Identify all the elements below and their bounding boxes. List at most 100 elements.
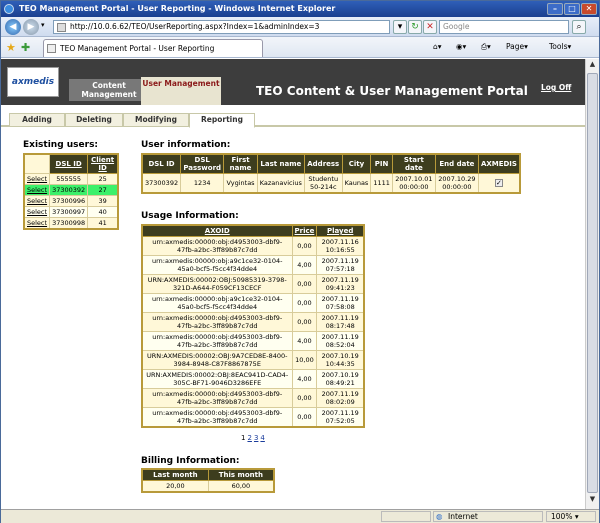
table-row: Select 37300997 40 — [23, 206, 119, 218]
search-icon[interactable]: ⌕ — [572, 20, 586, 34]
globe-icon: ◍ — [436, 512, 443, 521]
subtab-modifying[interactable]: Modifying — [123, 113, 189, 127]
price-cell: 0,00 — [291, 388, 318, 408]
played-cell: 2007.10.19 08:49:21 — [316, 369, 365, 389]
dsl-id-cell: 37300997 — [49, 206, 89, 218]
tab-favicon-icon — [47, 44, 56, 53]
price-cell: 4,00 — [291, 255, 318, 275]
col-address: Address — [303, 153, 343, 174]
back-button[interactable]: ◀ — [5, 19, 21, 35]
select-link[interactable]: Select — [27, 219, 47, 227]
price-cell: 4,00 — [291, 331, 318, 351]
col-dsl-id[interactable]: DSL ID — [49, 153, 89, 174]
axoid-cell: urn:axmedis:00000:obj:a9c1ce32-0104-45a0… — [141, 293, 293, 313]
client-id-cell: 27 — [87, 184, 119, 196]
axoid-cell: URN:AXMEDIS:00002:OBJ:50985319-3798-321D… — [141, 274, 293, 294]
add-favorite-icon[interactable]: ✚ — [21, 41, 30, 54]
col-axoid[interactable]: AXOID — [141, 224, 293, 237]
page-icon — [57, 23, 66, 32]
billing-info-title: Billing Information: — [141, 456, 240, 466]
table-row: 20,00 60,00 — [141, 480, 275, 493]
played-cell: 2007.11.16 10:16:55 — [316, 236, 365, 256]
col-dsl-id: DSL ID — [141, 153, 182, 174]
scroll-up-icon[interactable]: ▲ — [587, 60, 598, 72]
tab-user-management[interactable]: User Management — [141, 77, 221, 105]
forward-button[interactable]: ▶ — [23, 19, 39, 35]
col-client-id[interactable]: Client ID — [87, 153, 119, 174]
feeds-icon[interactable]: ◉▾ — [456, 42, 466, 51]
minimize-button[interactable]: – — [547, 3, 563, 15]
select-link[interactable]: Select — [27, 175, 47, 183]
maximize-button[interactable]: □ — [564, 3, 580, 15]
axoid-cell: URN:AXMEDIS:00002:OBJ:9A7CED8E-8400-3984… — [141, 350, 293, 370]
last-month-value: 20,00 — [141, 480, 209, 493]
price-cell: 0,00 — [291, 312, 318, 332]
user-info-title: User information: — [141, 140, 231, 150]
tab-content-management[interactable]: Content Management — [69, 79, 149, 101]
table-row: urn:axmedis:00000:obj:d4953003-dbf9-47fb… — [141, 331, 365, 351]
table-row-selected: Select 37300392 27 — [23, 184, 119, 196]
status-segment — [381, 511, 431, 522]
page-link-1: 1 — [241, 434, 246, 442]
subtab-deleting[interactable]: Deleting — [65, 113, 123, 127]
table-header: Last month This month — [141, 468, 275, 481]
select-link[interactable]: Select — [27, 197, 47, 205]
table-row: urn:axmedis:00000:obj:d4953003-dbf9-47fb… — [141, 407, 365, 428]
scroll-down-icon[interactable]: ▼ — [587, 495, 598, 507]
this-month-value: 60,00 — [207, 480, 275, 493]
price-cell: 4,00 — [291, 369, 318, 389]
address-bar: ◀ ▶ ▾ http://10.0.6.62/TEO/UserReporting… — [1, 17, 599, 37]
favorites-star-icon[interactable]: ★ — [6, 41, 16, 54]
col-last-month: Last month — [141, 468, 209, 481]
col-last-name: Last name — [256, 153, 305, 174]
url-text: http://10.0.6.62/TEO/UserReporting.aspx?… — [70, 22, 320, 31]
page-link-2[interactable]: 2 — [247, 434, 251, 442]
billing-table: Last month This month 20,00 60,00 — [141, 468, 275, 493]
select-link[interactable]: Select — [27, 208, 47, 216]
subtab-adding[interactable]: Adding — [9, 113, 65, 127]
home-icon[interactable]: ⌂▾ — [433, 42, 442, 51]
col-city: City — [341, 153, 372, 174]
page-link-3[interactable]: 3 — [254, 434, 258, 442]
page-link-4[interactable]: 4 — [260, 434, 264, 442]
page-menu[interactable]: Page▾ — [506, 42, 528, 51]
tab-bar: ★ ✚ TEO Management Portal - User Reporti… — [1, 37, 599, 58]
price-cell: 0,00 — [291, 407, 318, 428]
vertical-scrollbar[interactable]: ▲ ▼ — [585, 59, 599, 509]
table-row: Select 555555 25 — [23, 173, 119, 185]
table-header: DSL ID DSL Password First name Last name… — [141, 153, 521, 174]
client-id-cell: 41 — [87, 217, 119, 230]
col-price[interactable]: Price — [291, 224, 318, 237]
axoid-cell: urn:axmedis:00000:obj:d4953003-dbf9-47fb… — [141, 312, 293, 332]
select-link[interactable]: Select — [27, 186, 47, 194]
table-row: urn:axmedis:00000:obj:d4953003-dbf9-47fb… — [141, 236, 365, 256]
refresh-icon[interactable]: ↻ — [408, 20, 422, 34]
search-input[interactable]: Google — [439, 20, 569, 34]
col-played[interactable]: Played — [316, 224, 365, 237]
subtab-reporting[interactable]: Reporting — [189, 113, 255, 128]
portal-banner: axmedis Content Management User Manageme… — [1, 59, 585, 105]
table-header: AXOID Price Played — [141, 224, 365, 237]
axoid-cell: urn:axmedis:00000:obj:d4953003-dbf9-47fb… — [141, 407, 293, 428]
usage-table: AXOID Price Played urn:axmedis:00000:obj… — [141, 224, 365, 428]
url-field[interactable]: http://10.0.6.62/TEO/UserReporting.aspx?… — [53, 20, 390, 34]
logoff-link[interactable]: Log Off — [541, 83, 571, 92]
stop-icon[interactable]: ✕ — [423, 20, 437, 34]
close-button[interactable]: ✕ — [581, 3, 597, 15]
title-bar: TEO Management Portal - User Reporting -… — [1, 1, 599, 17]
axoid-cell: urn:axmedis:00000:obj:d4953003-dbf9-47fb… — [141, 388, 293, 408]
played-cell: 2007.10.19 10:44:35 — [316, 350, 365, 370]
browser-tab[interactable]: TEO Management Portal - User Reporting — [43, 39, 263, 57]
print-icon[interactable]: ⎙▾ — [481, 42, 491, 52]
usage-info-title: Usage Information: — [141, 211, 239, 221]
pin-value: 1111 — [370, 173, 393, 194]
scroll-thumb[interactable] — [587, 73, 598, 493]
dsl-id-cell: 555555 — [49, 173, 89, 185]
history-dropdown-icon[interactable]: ▾ — [41, 21, 45, 29]
table-row: urn:axmedis:00000:obj:a9c1ce32-0104-45a0… — [141, 293, 365, 313]
url-dropdown-icon[interactable]: ▾ — [393, 20, 407, 34]
zoom-control[interactable]: 100% ▾ — [546, 511, 596, 522]
tools-menu[interactable]: Tools▾ — [549, 42, 571, 51]
price-cell: 0,00 — [291, 293, 318, 313]
price-cell: 0,00 — [291, 274, 318, 294]
